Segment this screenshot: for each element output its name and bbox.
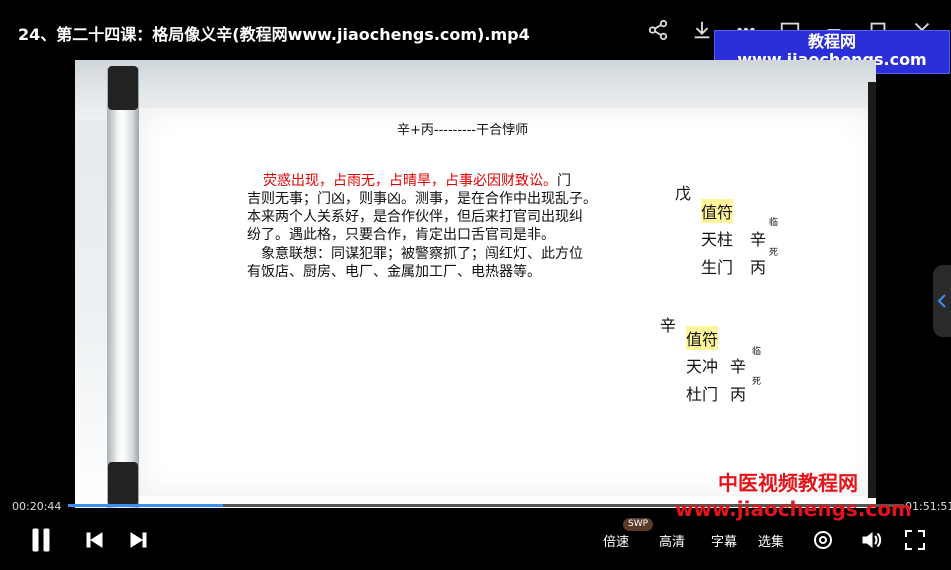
- chart1-note-si: 死: [769, 248, 779, 258]
- para-text: 门: [557, 173, 571, 189]
- para-text: 纷了。遇此格，只要合作，肯定出口舌官司是非。: [247, 227, 555, 243]
- chart2-gate-stem: 丙: [730, 385, 747, 404]
- chevron-left-icon: [937, 294, 946, 308]
- para-line-1: 荧惑出现，占雨无，占晴旱，占事必因财致讼。门: [247, 172, 647, 190]
- danmaku-button[interactable]: [812, 526, 834, 554]
- volume-button[interactable]: [860, 526, 882, 554]
- chart1-star: 天柱: [701, 230, 734, 249]
- rod-cap-bottom: [108, 462, 138, 506]
- bottom-watermark-title: 中医视频教程网: [718, 471, 858, 495]
- share-icon[interactable]: [645, 17, 671, 43]
- skip-next-icon: [130, 532, 147, 548]
- para-text: 吉则无事；门凶，则事凶。测事，是在合作中出现乱子。: [247, 191, 597, 207]
- skip-previous-icon: [86, 532, 103, 548]
- para-line-4: 纷了。遇此格，只要合作，肯定出口舌官司是非。: [247, 226, 647, 244]
- para-text: 象意联想：同谋犯罪；被警察抓了；闯红灯、此方位: [261, 246, 583, 262]
- chart1-duty: 值符: [701, 199, 734, 223]
- chart2-star-stem: 辛: [730, 357, 747, 376]
- speed-button[interactable]: 倍速: [603, 531, 629, 550]
- scroll-paper: [139, 108, 876, 496]
- side-panel-toggle[interactable]: [933, 265, 951, 337]
- para-red-text: 荧惑出现，占雨无，占晴旱，占事必因财致讼。: [263, 173, 557, 189]
- current-time: 00:20:44: [12, 500, 62, 513]
- para-line-5: 象意联想：同谋犯罪；被警察抓了；闯红灯、此方位: [247, 245, 647, 263]
- quality-button[interactable]: 高清: [659, 531, 685, 550]
- scroll-rod: [107, 68, 139, 508]
- speed-badge: SWP: [623, 518, 654, 531]
- download-icon[interactable]: [689, 17, 715, 43]
- fullscreen-button[interactable]: [904, 526, 926, 554]
- total-time: 01:51:51: [905, 500, 951, 513]
- chart2-star: 天冲: [686, 357, 719, 376]
- right-scroll-edge: [868, 82, 876, 498]
- subtitle-button[interactable]: 字幕: [711, 531, 737, 550]
- watermark-line1: 教程网: [807, 32, 856, 51]
- pause-icon: [32, 528, 50, 552]
- para-text: 本来两个人关系好，是合作伙伴，但后来打官司出现纠: [247, 209, 583, 225]
- rod-cap-top: [108, 66, 138, 110]
- para-line-2: 吉则无事；门凶，则事凶。测事，是在合作中出现乱子。: [247, 190, 647, 208]
- next-button[interactable]: [128, 526, 148, 554]
- fullscreen-icon: [905, 530, 925, 550]
- chart1-gate: 生门: [701, 258, 734, 277]
- pause-button[interactable]: [30, 526, 52, 554]
- chart2-gate: 杜门: [686, 385, 719, 404]
- chart2-note-lin: 临: [752, 347, 762, 357]
- chart1-star-stem: 辛: [750, 230, 767, 249]
- para-text: 有饭店、厨房、电厂、金属加工厂、电热器等。: [247, 264, 541, 280]
- chart2-duty: 值符: [686, 326, 719, 350]
- chart1-stem: 戊: [675, 184, 692, 203]
- chart1-gate-stem: 丙: [750, 258, 767, 277]
- episodes-button[interactable]: 选集: [758, 531, 784, 550]
- chart2-note-si: 死: [752, 377, 762, 387]
- para-line-3: 本来两个人关系好，是合作伙伴，但后来打官司出现纠: [247, 208, 647, 226]
- bottom-watermark-url: www.jiaochengs.com: [675, 497, 912, 521]
- para-line-6: 有饭店、厨房、电厂、金属加工厂、电热器等。: [247, 263, 647, 281]
- window-title: 24、第二十四课：格局像义辛(教程网www.jiaochengs.com).mp…: [18, 25, 530, 44]
- volume-icon: [862, 531, 882, 549]
- chart1-note-lin: 临: [769, 218, 779, 228]
- video-frame[interactable]: 辛+丙---------干合悖师 荧惑出现，占雨无，占晴旱，占事必因财致讼。门 …: [75, 60, 876, 508]
- chart2-stem: 辛: [660, 316, 677, 335]
- slide-heading: 辛+丙---------干合悖师: [397, 123, 529, 138]
- target-icon: [814, 531, 832, 549]
- previous-button[interactable]: [85, 526, 105, 554]
- progress-fill: [68, 504, 224, 507]
